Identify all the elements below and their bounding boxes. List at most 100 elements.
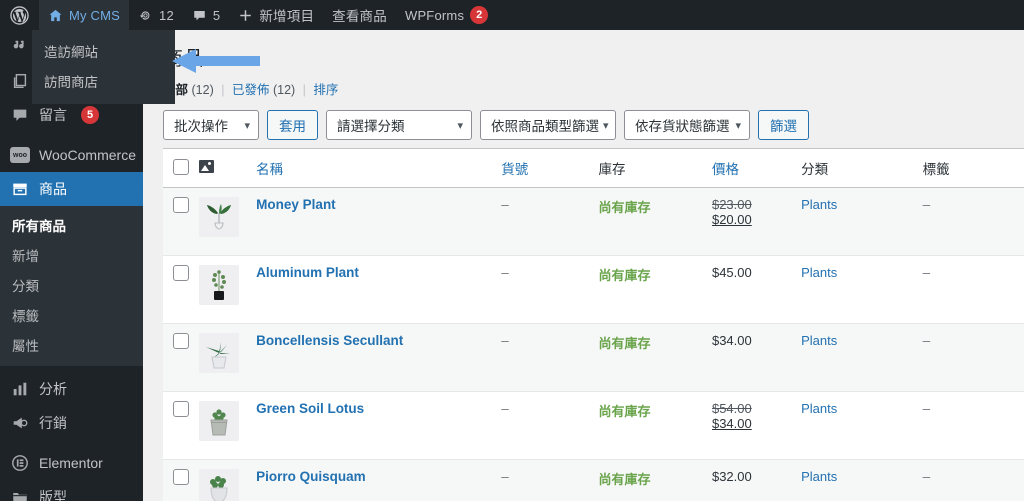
- product-category-link[interactable]: Plants: [801, 469, 837, 484]
- product-type-filter-value: 依照商品類型篩選: [491, 119, 599, 134]
- row-thumbnail-cell: [199, 323, 257, 392]
- analytics-icon: [10, 379, 30, 399]
- comment-icon: [10, 105, 30, 125]
- header-name-link[interactable]: 名稱: [256, 162, 283, 177]
- product-category-link[interactable]: Plants: [801, 265, 837, 280]
- header-sku-link[interactable]: 貨號: [501, 162, 528, 177]
- table-row[interactable]: Green Soil Lotus – 尚有庫存 $54.00 $34.00 Plants –: [163, 391, 1024, 460]
- product-category-link[interactable]: Plants: [801, 333, 837, 348]
- row-checkbox[interactable]: [173, 401, 189, 417]
- row-checkbox[interactable]: [173, 469, 189, 485]
- stock-status-badge: 尚有庫存: [598, 404, 651, 419]
- row-select-cell: [163, 187, 200, 256]
- product-price: $32.00: [711, 469, 752, 484]
- table-row[interactable]: Piorro Quisquam – 尚有庫存 $32.00 Plants –: [163, 459, 1024, 501]
- sidebar-item-products-label: 商品: [39, 181, 67, 197]
- view-products-menu[interactable]: 查看商品: [323, 0, 396, 30]
- product-name-link[interactable]: Boncellensis Secullant: [256, 333, 403, 348]
- view-published-label[interactable]: 已發佈: [232, 83, 270, 97]
- dropdown-item-visit-store[interactable]: 訪問商店: [32, 66, 175, 96]
- row-stock-cell: 尚有庫存: [598, 391, 712, 460]
- site-name-menu[interactable]: My CMS: [39, 0, 130, 30]
- header-name: 名稱: [256, 149, 502, 188]
- sidebar-item-analytics[interactable]: 分析: [0, 372, 143, 406]
- chevron-down-icon: ▾: [457, 119, 463, 132]
- stock-status-badge: 尚有庫存: [598, 268, 651, 283]
- select-all-checkbox[interactable]: [173, 158, 189, 175]
- comment-bubble-icon: [192, 8, 207, 23]
- submenu-item-tags[interactable]: 標籤: [0, 300, 143, 330]
- sidebar-item-comments-label: 留言: [39, 107, 67, 123]
- product-sku: –: [501, 265, 509, 280]
- stock-status-filter-value: 依存貨狀態篩選: [635, 119, 730, 134]
- product-name-link[interactable]: Aluminum Plant: [256, 265, 359, 280]
- stock-status-badge: 尚有庫存: [598, 200, 651, 215]
- comments-count: 5: [212, 7, 221, 23]
- header-price: 價格: [711, 149, 802, 188]
- sidebar-item-woocommerce-label: WooCommerce: [39, 147, 136, 163]
- product-regular-price: $23.00: [711, 197, 752, 212]
- row-checkbox[interactable]: [173, 265, 189, 281]
- apply-button[interactable]: 套用: [267, 110, 318, 140]
- submenu-item-attributes[interactable]: 屬性: [0, 330, 143, 360]
- row-checkbox[interactable]: [173, 333, 189, 349]
- updates-count: 12: [159, 7, 174, 23]
- product-type-filter-select[interactable]: 依照商品類型篩選 ▾: [480, 110, 616, 140]
- products-icon: [10, 179, 30, 199]
- row-name-cell: Money Plant: [256, 187, 502, 256]
- table-row[interactable]: Aluminum Plant – 尚有庫存 $45.00 Plants –: [163, 255, 1024, 324]
- sidebar-item-templates[interactable]: 版型: [0, 480, 143, 501]
- product-tags: –: [922, 469, 931, 484]
- product-category-link[interactable]: Plants: [801, 401, 837, 416]
- submenu-item-categories[interactable]: 分類: [0, 270, 143, 300]
- product-category-link[interactable]: Plants: [801, 197, 837, 212]
- table-toolbar: 批次操作 ▾ 套用 請選擇分類 ▾ 依照商品類型篩選 ▾ 依存貨狀態篩選 ▾ 篩…: [143, 104, 1024, 148]
- product-name-link[interactable]: Money Plant: [256, 197, 336, 212]
- wordpress-icon: [10, 5, 29, 25]
- bulk-actions-select[interactable]: 批次操作 ▾: [163, 110, 259, 140]
- row-sku-cell: –: [501, 323, 599, 392]
- table-row[interactable]: Money Plant – 尚有庫存 $23.00 $20.00 Plants –: [163, 187, 1024, 256]
- header-price-link[interactable]: 價格: [712, 162, 739, 177]
- wpforms-menu[interactable]: WPForms 2: [396, 0, 497, 30]
- view-all-count: (12): [191, 83, 214, 97]
- new-content-menu[interactable]: 新增項目: [229, 0, 323, 30]
- row-thumbnail-cell: [199, 459, 257, 501]
- category-filter-select[interactable]: 請選擇分類 ▾: [326, 110, 472, 140]
- row-price-cell: $54.00 $34.00: [711, 391, 802, 460]
- product-name-link[interactable]: Piorro Quisquam: [256, 469, 366, 484]
- green-soil-lotus-thumbnail: [199, 401, 240, 441]
- row-tags-cell: –: [922, 255, 1024, 324]
- page-title: 商品: [163, 48, 204, 70]
- row-price-cell: $34.00: [711, 323, 802, 392]
- sidebar-item-templates-label: 版型: [39, 489, 67, 501]
- stock-status-filter-select[interactable]: 依存貨狀態篩選 ▾: [624, 110, 750, 140]
- product-tags: –: [922, 401, 931, 416]
- product-name-link[interactable]: Green Soil Lotus: [256, 401, 364, 416]
- view-sorting-label[interactable]: 排序: [313, 83, 338, 97]
- header-sku: 貨號: [501, 149, 599, 188]
- filter-button[interactable]: 篩選: [758, 110, 809, 140]
- stock-status-badge: 尚有庫存: [598, 472, 651, 487]
- wpforms-badge: 2: [470, 6, 489, 24]
- aluminum-plant-thumbnail: [199, 265, 240, 305]
- products-submenu: 所有商品 新增 分類 標籤 屬性: [0, 206, 143, 366]
- product-price: $34.00: [711, 333, 752, 348]
- submenu-item-all-products[interactable]: 所有商品: [0, 210, 143, 240]
- row-name-cell: Piorro Quisquam: [256, 459, 502, 501]
- view-published-count: (12): [272, 83, 296, 97]
- updates-menu[interactable]: 12: [129, 0, 183, 30]
- sidebar-item-elementor[interactable]: Elementor: [0, 446, 143, 480]
- row-tags-cell: –: [922, 391, 1024, 460]
- wordpress-logo-button[interactable]: [0, 0, 39, 30]
- submenu-item-add-new[interactable]: 新增: [0, 240, 143, 270]
- sidebar-item-marketing[interactable]: 行銷: [0, 406, 143, 440]
- sidebar-item-woocommerce[interactable]: woo WooCommerce: [0, 138, 143, 172]
- sidebar-item-products[interactable]: 商品: [0, 172, 143, 206]
- row-checkbox[interactable]: [173, 197, 189, 213]
- header-thumbnail: [199, 149, 257, 188]
- comments-menu[interactable]: 5: [183, 0, 229, 30]
- row-sku-cell: –: [501, 459, 599, 501]
- table-row[interactable]: Boncellensis Secullant – 尚有庫存 $34.00 Plants –: [163, 323, 1024, 392]
- dropdown-item-visit-site[interactable]: 造訪網站: [32, 36, 175, 66]
